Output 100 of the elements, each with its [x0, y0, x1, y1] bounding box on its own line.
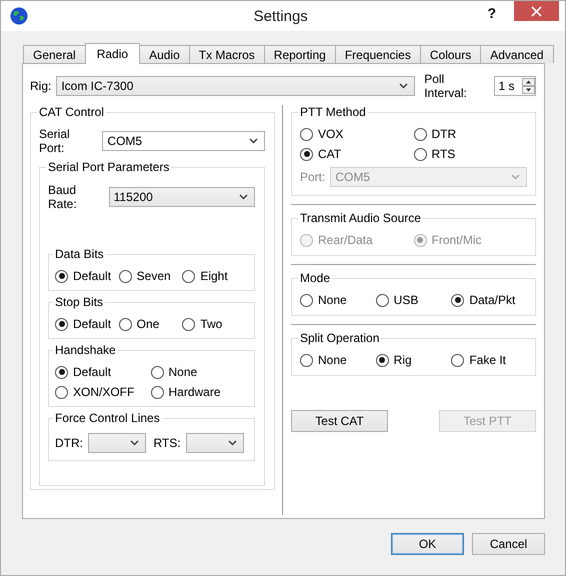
tab[interactable]: Audio: [139, 45, 190, 63]
radio-button[interactable]: [376, 354, 389, 366]
radio-option[interactable]: Rig: [376, 353, 452, 367]
tab[interactable]: General: [23, 45, 86, 63]
radio-option[interactable]: Data/Pkt: [451, 293, 527, 307]
radio-button[interactable]: [376, 294, 389, 306]
radio-option[interactable]: None: [150, 365, 246, 379]
radio-option[interactable]: USB: [376, 293, 452, 307]
radio-button[interactable]: [182, 270, 196, 282]
group-title: Data Bits: [54, 247, 105, 261]
close-button[interactable]: [514, 1, 559, 21]
close-icon: [531, 6, 542, 16]
radio-label: Default: [73, 317, 112, 331]
radio-label: Default: [73, 365, 112, 379]
radio-button[interactable]: [150, 386, 164, 398]
radio-button[interactable]: [414, 148, 426, 160]
radio-button[interactable]: [451, 354, 464, 366]
radio-button[interactable]: [55, 270, 68, 282]
group-title: Force Control Lines: [54, 411, 161, 425]
radio-button[interactable]: [55, 318, 68, 330]
dialog-button[interactable]: Cancel: [472, 533, 545, 555]
rig-dropdown[interactable]: Icom IC-7300: [56, 76, 416, 96]
group-title: CAT Control: [38, 105, 105, 119]
radio-option[interactable]: Fake It: [451, 353, 527, 367]
group-title: Handshake: [54, 343, 117, 357]
radio-label: None: [168, 365, 198, 379]
field-label: Poll Interval:: [424, 72, 468, 100]
radio-label: DTR: [432, 127, 456, 141]
radio-button[interactable]: [118, 270, 132, 282]
chevron-icon: [249, 138, 258, 144]
chevron-icon: [130, 440, 140, 446]
tab[interactable]: Reporting: [264, 45, 336, 63]
radio-label: VOX: [318, 127, 344, 141]
radio-option[interactable]: Default: [55, 365, 150, 379]
radio-button[interactable]: [150, 366, 164, 378]
radio-label: Fake It: [469, 353, 506, 367]
chevron-icon: [511, 174, 520, 180]
test-button[interactable]: Test CAT: [291, 410, 388, 432]
radio-button[interactable]: [300, 294, 313, 306]
radio-option[interactable]: None: [300, 353, 376, 367]
dialog-button[interactable]: OK: [391, 533, 464, 555]
radio-label: Data/Pkt: [469, 293, 516, 307]
radio-button[interactable]: [118, 318, 132, 330]
spin-box[interactable]: 1 s: [494, 76, 536, 96]
radio-option[interactable]: XON/XOFF: [55, 385, 150, 399]
radio-label: Seven: [136, 269, 171, 283]
help-button[interactable]: ?: [483, 5, 500, 21]
field-label: Port:: [300, 170, 326, 184]
radio-option[interactable]: DTR: [414, 127, 527, 141]
field-label: Serial Port:: [39, 127, 71, 155]
radio-option[interactable]: None: [300, 293, 376, 307]
field-label: Baud Rate:: [48, 183, 78, 211]
window-title: Settings: [252, 8, 309, 24]
radio-button[interactable]: [55, 366, 68, 378]
radio-label: Eight: [200, 269, 228, 283]
field-label: RTS:: [153, 436, 181, 450]
tab[interactable]: Advanced: [480, 45, 554, 63]
radio-label: Default: [73, 269, 112, 283]
globe-icon: [10, 7, 28, 25]
field-label: DTR:: [55, 436, 83, 450]
radio-label: Front/Mic: [432, 233, 482, 247]
group-title: Mode: [299, 271, 332, 285]
radio-label: None: [318, 293, 347, 307]
serial-port-dropdown[interactable]: COM5: [102, 131, 265, 151]
radio-button[interactable]: [55, 386, 68, 398]
radio-option[interactable]: Two: [182, 317, 246, 331]
radio-label: Hardware: [168, 385, 221, 399]
radio-button[interactable]: [182, 318, 196, 330]
radio-label: Two: [200, 317, 222, 331]
radio-label: One: [136, 317, 160, 331]
radio-label: CAT: [318, 147, 342, 161]
radio-option[interactable]: CAT: [300, 147, 414, 161]
tab[interactable]: Radio: [84, 43, 140, 64]
radio-option[interactable]: Eight: [182, 269, 246, 283]
radio-label: USB: [394, 293, 418, 307]
radio-option[interactable]: VOX: [300, 127, 414, 141]
group-title: Transmit Audio Source: [299, 211, 422, 225]
radio-option[interactable]: Default: [55, 317, 119, 331]
chevron-icon: [228, 440, 237, 446]
radio-label: None: [318, 353, 347, 367]
tab[interactable]: Tx Macros: [188, 45, 265, 63]
radio-option[interactable]: RTS: [414, 147, 527, 161]
radio-button[interactable]: [414, 128, 426, 140]
radio-button[interactable]: [300, 148, 313, 160]
radio-label: XON/XOFF: [73, 385, 134, 399]
chevron-icon: [239, 194, 248, 200]
radio-button[interactable]: [300, 354, 313, 366]
radio-button[interactable]: [451, 294, 464, 306]
field-label: Rig:: [30, 79, 52, 93]
baud-rate-dropdown[interactable]: 115200: [108, 187, 255, 207]
radio-button[interactable]: [300, 128, 313, 140]
tab[interactable]: Colours: [420, 45, 482, 63]
radio-option[interactable]: Hardware: [150, 385, 246, 399]
group-title: Stop Bits: [54, 295, 104, 309]
radio-option[interactable]: One: [118, 317, 182, 331]
radio-label: Rear/Data: [318, 233, 373, 247]
tab[interactable]: Frequencies: [334, 45, 421, 63]
radio-option[interactable]: Seven: [118, 269, 182, 283]
radio-option[interactable]: Default: [55, 269, 119, 283]
group-title: Serial Port Parameters: [47, 160, 170, 174]
